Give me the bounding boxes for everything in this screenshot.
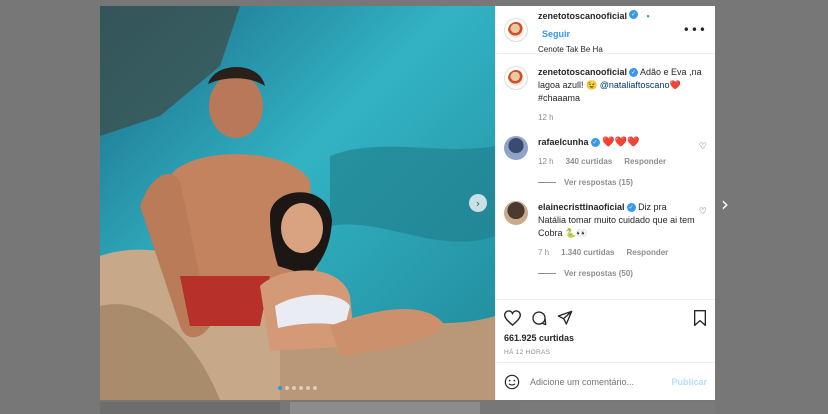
comment-body: elainecristtinaoficial ✓ Diz pra Natália … — [538, 201, 695, 259]
verified-badge-icon: ✓ — [590, 138, 600, 148]
comment-username[interactable]: elainecristtinaoficial — [538, 202, 625, 212]
post-timestamp[interactable]: HÁ 12 HORAS — [504, 349, 707, 356]
caption: zenetotoscanooficial ✓ Adão e Eva ,na lag… — [504, 66, 707, 124]
carousel-dot — [313, 386, 317, 390]
divider-line — [538, 182, 556, 183]
background-tile — [520, 402, 715, 414]
follow-button[interactable]: Seguir — [542, 29, 570, 39]
post-photo[interactable]: › — [100, 6, 495, 400]
emoji-icon[interactable] — [504, 374, 520, 390]
comment-likes[interactable]: 340 curtidas — [566, 155, 613, 168]
post-side-panel: zenetotoscanooficial ✓ • Seguir Cenote Ta… — [495, 6, 715, 400]
carousel-dot — [306, 386, 310, 390]
comments-list[interactable]: zenetotoscanooficial ✓ Adão e Eva ,na lag… — [496, 54, 715, 299]
author-avatar[interactable] — [504, 17, 528, 42]
background-tile — [100, 402, 280, 414]
reply-button[interactable]: Responder — [624, 155, 666, 168]
author-username[interactable]: zenetotoscanooficial — [538, 11, 627, 21]
bookmark-icon[interactable] — [693, 310, 707, 326]
post-modal: › zenetotoscanooficial ✓ • Seguir Cenote … — [100, 6, 715, 400]
verified-badge-icon: ✓ — [629, 9, 639, 19]
commenter-avatar[interactable] — [504, 136, 528, 160]
comment-text: ❤️❤️❤️ — [602, 137, 640, 148]
caption-mention[interactable]: @nataliaftoscano — [600, 80, 670, 90]
comment-heart-icon[interactable]: ♡ — [699, 207, 707, 217]
carousel-indicator — [100, 386, 495, 390]
comment-item: rafaelcunha ✓ ❤️❤️❤️ 12 h 340 curtidas Re… — [504, 136, 707, 168]
carousel-dot — [285, 386, 289, 390]
caption-time[interactable]: 12 h — [538, 111, 554, 124]
next-post-arrow-icon[interactable]: › — [721, 192, 729, 216]
comment-body: rafaelcunha ✓ ❤️❤️❤️ 12 h 340 curtidas Re… — [538, 136, 695, 168]
comment-item: elainecristtinaoficial ✓ Diz pra Natália … — [504, 201, 707, 259]
photo-illustration — [100, 6, 495, 400]
comment-time[interactable]: 12 h — [538, 155, 554, 168]
publish-button[interactable]: Publicar — [671, 377, 707, 387]
carousel-dot — [292, 386, 296, 390]
commenter-avatar[interactable] — [504, 201, 528, 225]
add-comment-bar: Publicar — [496, 362, 715, 400]
paper-plane-icon[interactable] — [557, 310, 573, 326]
post-location[interactable]: Cenote Tak Be Ha — [538, 45, 683, 54]
author-avatar[interactable] — [504, 66, 528, 90]
reply-button[interactable]: Responder — [627, 246, 669, 259]
carousel-dot — [299, 386, 303, 390]
comment-username[interactable]: rafaelcunha — [538, 137, 589, 147]
comment-input[interactable] — [530, 376, 672, 387]
view-replies-button[interactable]: Ver respostas (50) — [538, 269, 707, 278]
view-replies-label: Ver respostas (50) — [564, 269, 633, 278]
follow-dot: • — [646, 10, 650, 21]
next-photo-button[interactable]: › — [469, 194, 487, 212]
view-replies-button[interactable]: Ver respostas (15) — [538, 178, 707, 187]
comment-icon[interactable] — [531, 310, 547, 326]
comment-heart-icon[interactable]: ♡ — [699, 142, 707, 152]
caption-username[interactable]: zenetotoscanooficial — [538, 67, 627, 77]
comment-time[interactable]: 7 h — [538, 246, 549, 259]
likes-count[interactable]: 661.925 curtidas — [504, 333, 707, 343]
caption-body: zenetotoscanooficial ✓ Adão e Eva ,na lag… — [538, 66, 707, 124]
view-replies-label: Ver respostas (15) — [564, 178, 633, 187]
action-icons-row — [504, 308, 707, 328]
verified-badge-icon: ✓ — [626, 203, 636, 213]
heart-icon[interactable] — [504, 310, 521, 326]
carousel-dot — [278, 386, 282, 390]
divider-line — [538, 273, 556, 274]
chevron-right-icon: › — [475, 196, 481, 210]
header-text: zenetotoscanooficial ✓ • Seguir Cenote Ta… — [538, 6, 683, 54]
verified-badge-icon: ✓ — [629, 68, 639, 78]
post-header: zenetotoscanooficial ✓ • Seguir Cenote Ta… — [496, 6, 715, 54]
post-actions: 661.925 curtidas HÁ 12 HORAS — [496, 299, 715, 362]
more-options-icon[interactable]: ••• — [683, 23, 707, 37]
comment-likes[interactable]: 1.340 curtidas — [561, 246, 614, 259]
background-tile — [290, 402, 480, 414]
